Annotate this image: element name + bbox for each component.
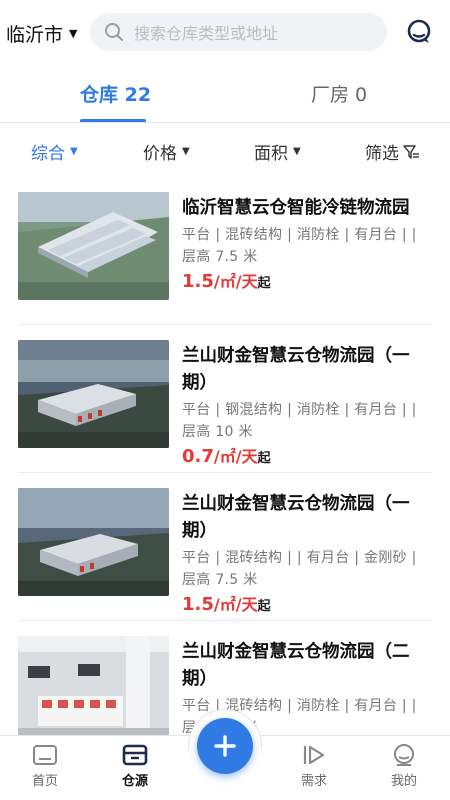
tab-warehouse-source-label: 仓源: [121, 774, 148, 789]
search-input[interactable]: 搜索仓库类型或地址: [90, 13, 387, 51]
tab-home-label: 首页: [31, 774, 58, 789]
price-value: 1.5: [182, 271, 214, 292]
listing-title: 兰山财金智慧云仓物流园（一期）: [182, 346, 410, 393]
listing-info: 临沂智慧云仓智能冷链物流园 平台 | 混砖结构 | 消防栓 | 有月台 | | …: [182, 195, 432, 296]
tab-demand-label: 需求: [300, 774, 327, 789]
listing-tags: 平台 | 混砖结构 | 消防栓 | 有月台 | | 层高 7.5 米: [182, 227, 417, 265]
listing-tags: 平台 | 混砖结构 | | 有月台 | 金刚砂 | 层高 7.5 米: [182, 550, 417, 588]
tab-mine[interactable]: 我的: [374, 744, 434, 789]
price-suffix: 起: [257, 451, 271, 466]
filter-label: 综合: [31, 144, 65, 164]
price-suffix: 起: [257, 599, 271, 614]
tab-mine-label: 我的: [390, 774, 417, 789]
filter-comprehensive[interactable]: 综合 ▼: [31, 139, 78, 164]
list-item[interactable]: 临沂智慧云仓智能冷链物流园 平台 | 混砖结构 | 消防栓 | 有月台 | | …: [18, 177, 432, 325]
listing-price: 1.5/㎡/天起: [182, 270, 432, 296]
plus-icon: [214, 735, 236, 757]
demand-icon: [303, 745, 325, 765]
filter-label: 面积: [254, 144, 288, 164]
profile-icon: [394, 744, 414, 766]
message-icon[interactable]: [406, 19, 432, 45]
listing-title: 兰山财金智慧云仓物流园（一期）: [182, 494, 410, 541]
price-value: 1.5: [182, 594, 214, 615]
filter-screen[interactable]: 筛选: [365, 139, 420, 164]
price-suffix: 起: [257, 276, 271, 291]
category-tabs: 仓库 22 厂房 0: [0, 72, 450, 123]
listing-tags: 平台 | 钢混结构 | 消防栓 | 有月台 | | 层高 10 米: [182, 402, 417, 440]
warehouse-photo: [18, 488, 169, 596]
filter-area[interactable]: 面积 ▼: [254, 139, 301, 164]
warehouse-icon: [122, 744, 148, 766]
add-button[interactable]: [197, 718, 253, 774]
price-value: 0.7: [182, 446, 214, 467]
filter-price[interactable]: 价格 ▼: [143, 139, 190, 164]
filter-bar: 综合 ▼ 价格 ▼ 面积 ▼ 筛选: [0, 123, 450, 177]
warehouse-photo: [18, 636, 169, 744]
tab-home[interactable]: 首页: [15, 744, 75, 789]
price-unit: /㎡/天: [213, 595, 258, 614]
tab-warehouse-source[interactable]: 仓源: [105, 744, 165, 789]
top-bar: 临沂市 ▼ 搜索仓库类型或地址: [0, 0, 450, 64]
list-item[interactable]: 兰山财金智慧云仓物流园（一期） 平台 | 混砖结构 | | 有月台 | 金刚砂 …: [18, 473, 432, 621]
caret-down-icon: ▼: [293, 146, 301, 157]
price-unit: /㎡/天: [213, 447, 258, 466]
warehouse-photo: [18, 192, 169, 300]
caret-down-icon: ▼: [182, 146, 190, 157]
listing-info: 兰山财金智慧云仓物流园（一期） 平台 | 混砖结构 | | 有月台 | 金刚砂 …: [182, 491, 432, 619]
listing-title: 兰山财金智慧云仓物流园（二期）: [182, 642, 410, 689]
filter-label: 筛选: [365, 144, 399, 164]
listing-price: 1.5/㎡/天起: [182, 593, 432, 619]
tab-warehouse[interactable]: 仓库 22: [80, 80, 151, 107]
tab-demand[interactable]: 需求: [284, 744, 344, 789]
list-item[interactable]: 兰山财金智慧云仓物流园（一期） 平台 | 钢混结构 | 消防栓 | 有月台 | …: [18, 325, 432, 473]
caret-down-icon: ▼: [69, 27, 78, 40]
search-placeholder: 搜索仓库类型或地址: [134, 24, 279, 43]
city-label: 临沂市: [6, 24, 64, 46]
filter-icon: [403, 144, 419, 159]
city-selector[interactable]: 临沂市 ▼: [6, 20, 77, 47]
listing-title: 临沂智慧云仓智能冷链物流园: [182, 198, 410, 218]
listing-info: 兰山财金智慧云仓物流园（一期） 平台 | 钢混结构 | 消防栓 | 有月台 | …: [182, 343, 432, 471]
tab-factory[interactable]: 厂房 0: [311, 80, 367, 107]
listing-price: 0.7/㎡/天起: [182, 445, 432, 471]
home-icon: [33, 745, 57, 765]
search-icon: [105, 23, 123, 41]
warehouse-photo: [18, 340, 169, 448]
filter-label: 价格: [143, 144, 177, 164]
caret-down-icon: ▼: [70, 146, 78, 157]
price-unit: /㎡/天: [213, 272, 258, 291]
